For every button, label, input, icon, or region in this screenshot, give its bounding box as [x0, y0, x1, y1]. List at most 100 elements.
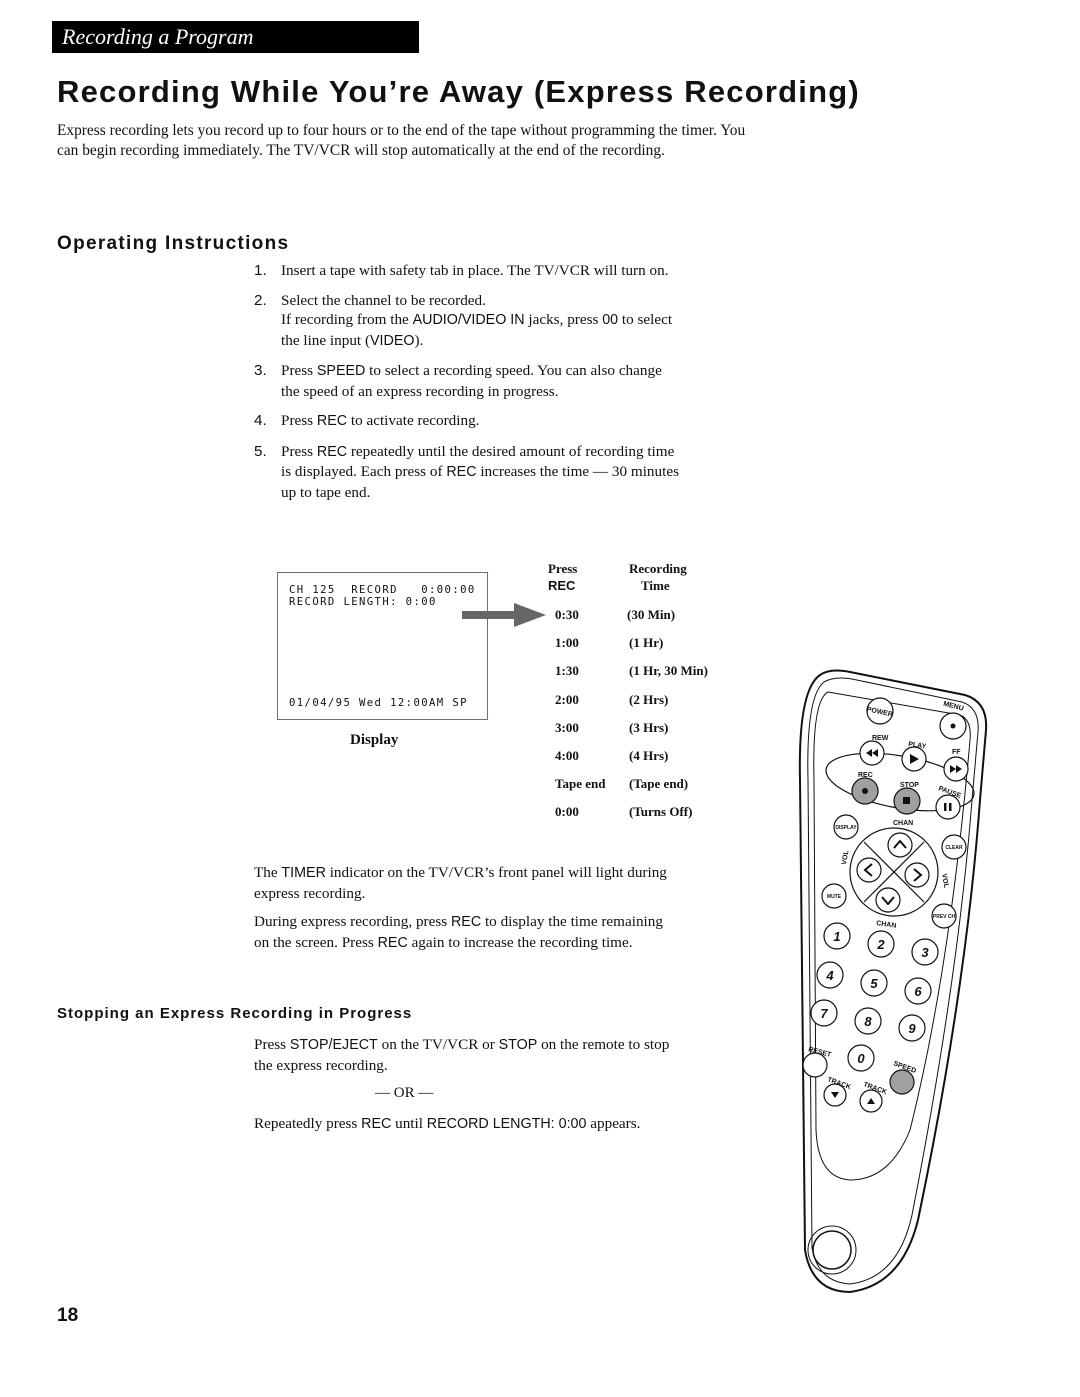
text-run: During express recording, press	[254, 913, 451, 930]
track-up-button[interactable]	[859, 1089, 883, 1113]
section-banner: Recording a Program	[52, 21, 419, 53]
text-run: Repeatedly press	[254, 1115, 362, 1132]
keyword: STOP	[498, 1037, 538, 1053]
clear-button[interactable]: CLEAR	[941, 834, 967, 860]
digit-2-button[interactable]: 2	[867, 930, 895, 958]
operating-instructions-heading: Operating Instructions	[57, 233, 290, 254]
chan-up-button[interactable]	[887, 832, 913, 858]
step-text: Insert a tape with safety tab in place. …	[281, 262, 668, 279]
svg-text:6: 6	[914, 984, 922, 999]
keyword: STOP/EJECT	[289, 1037, 378, 1053]
onscreen-display: CH 125 RECORD 0:00:00 RECORD LENGTH: 0:0…	[277, 572, 488, 720]
svg-text:PREV CH: PREV CH	[933, 914, 956, 920]
rew-button[interactable]	[859, 740, 885, 766]
prev-ch-button[interactable]: PREV CH	[931, 903, 957, 929]
table-cell-time: (4 Hrs)	[629, 748, 669, 763]
text-run: until	[391, 1115, 427, 1132]
table-cell-time: (2 Hrs)	[629, 692, 669, 707]
text-run: on the TV/VCR or	[377, 1036, 499, 1053]
chan-down-button[interactable]	[875, 887, 901, 913]
step-item: 3. Press SPEED to select a recording spee…	[254, 361, 684, 401]
keyword: REC	[316, 413, 348, 429]
table-cell-time: (Tape end)	[629, 776, 689, 791]
step-text: Select the channel to be recorded. If rec…	[281, 292, 672, 349]
svg-text:5: 5	[870, 976, 878, 991]
digit-7-button[interactable]: 7	[810, 999, 838, 1027]
timer-paragraph: The TIMER indicator on the TV/VCR’s fron…	[254, 863, 674, 903]
svg-text:0: 0	[857, 1051, 865, 1066]
text-run: again to increase the recording time.	[407, 933, 633, 951]
table-cell-press: Tape end	[555, 776, 606, 791]
svg-text:3: 3	[921, 945, 929, 960]
text-run: appears.	[586, 1115, 641, 1132]
text-run: Press	[254, 1036, 290, 1053]
keyword: REC	[316, 443, 348, 460]
reset-button[interactable]	[802, 1052, 828, 1078]
display-button[interactable]: DISPLAY	[833, 814, 859, 840]
svg-text:9: 9	[908, 1021, 916, 1036]
ff-button[interactable]	[943, 756, 969, 782]
ff-label: FF	[952, 749, 961, 756]
svg-text:2: 2	[876, 937, 885, 952]
text-run: Press	[281, 412, 317, 429]
table-cell-press: 1:00	[555, 635, 579, 650]
digit-0-button[interactable]: 0	[847, 1044, 875, 1072]
rec-button[interactable]	[851, 777, 879, 805]
table-header-time: Time	[641, 578, 670, 593]
digit-5-button[interactable]: 5	[860, 969, 888, 997]
step-item: 1. Insert a tape with safety tab in place…	[254, 261, 684, 281]
digit-9-button[interactable]: 9	[898, 1014, 926, 1042]
mute-button[interactable]: MUTE	[821, 883, 847, 909]
page-number: 18	[57, 1305, 79, 1326]
during-recording-paragraph: During express recording, press REC to d…	[254, 912, 674, 953]
stopping-heading: Stopping an Express Recording in Progres…	[57, 1005, 413, 1022]
text-run: jacks, press	[524, 311, 603, 328]
vol-down-button[interactable]	[856, 857, 882, 883]
step-number: 3.	[254, 362, 267, 379]
table-header-press: Press	[548, 561, 578, 576]
steps-list: 1. Insert a tape with safety tab in place…	[254, 261, 684, 512]
table-cell-press: 4:00	[555, 748, 579, 763]
osd-channel-line: CH 125 RECORD 0:00:00	[289, 584, 476, 596]
stop-paragraph: Press STOP/EJECT on the TV/VCR or STOP o…	[254, 1035, 674, 1075]
osd-date-line: 01/04/95 Wed 12:00AM SP	[289, 697, 468, 709]
display-caption: Display	[350, 732, 399, 748]
text-run: Insert a tape with safety tab in place. …	[281, 262, 669, 279]
table-cell-time: (Turns Off)	[629, 804, 693, 819]
power-button[interactable]: POWER	[866, 697, 894, 725]
track-down-button[interactable]	[823, 1083, 847, 1107]
keyword: REC	[446, 464, 477, 480]
arrow-right-icon	[462, 603, 546, 627]
digit-6-button[interactable]: 6	[904, 977, 932, 1005]
keyword: TIMER	[281, 865, 326, 881]
step-number: 1.	[254, 262, 267, 279]
stop-button[interactable]	[893, 787, 921, 815]
text-run: ).	[414, 331, 424, 349]
play-button[interactable]	[901, 746, 927, 772]
table-cell-press: 3:00	[555, 720, 579, 735]
svg-text:7: 7	[820, 1006, 828, 1021]
vol-up-button[interactable]	[904, 862, 930, 888]
step-item: 4. Press REC to activate recording.	[254, 411, 684, 432]
svg-text:4: 4	[825, 968, 834, 983]
table-cell-time: (1 Hr, 30 Min)	[629, 663, 708, 678]
keyword: SPEED	[316, 363, 366, 379]
step-text: Press SPEED to select a recording speed.…	[281, 362, 662, 400]
or-divider: — OR —	[375, 1085, 434, 1101]
digit-4-button[interactable]: 4	[816, 961, 844, 989]
pause-button[interactable]	[935, 794, 961, 820]
digit-1-button[interactable]: 1	[823, 922, 851, 950]
text-run: Press	[281, 442, 317, 460]
intro-paragraph: Express recording lets you record up to …	[57, 122, 746, 159]
step-text: Press REC repeatedly until the desired a…	[281, 443, 679, 501]
step-number: 4.	[254, 412, 267, 429]
remote-control-illustration: POWER MENU REW PLAY FF REC STOP PAUSE DI…	[798, 669, 988, 1294]
digit-8-button[interactable]: 8	[854, 1007, 882, 1035]
section-banner-text: Recording a Program	[62, 24, 254, 49]
menu-button[interactable]	[939, 712, 967, 740]
keyword: AUDIO/VIDEO IN	[412, 312, 525, 328]
step-item: 5. Press REC repeatedly until the desired…	[254, 442, 684, 503]
speed-button[interactable]	[889, 1069, 915, 1095]
keyword: REC	[361, 1116, 392, 1132]
digit-3-button[interactable]: 3	[911, 938, 939, 966]
